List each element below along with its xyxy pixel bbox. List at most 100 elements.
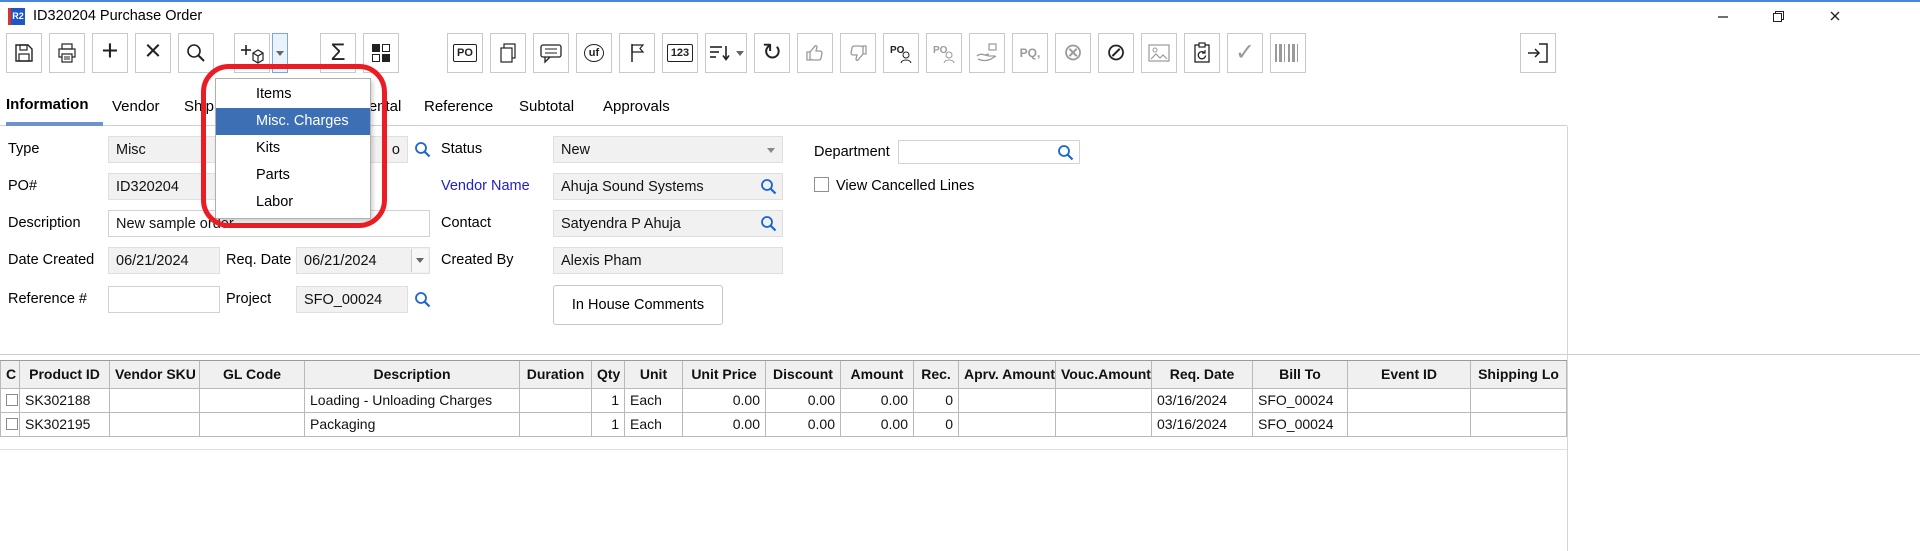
menu-item-items[interactable]: Items <box>216 81 370 108</box>
table-cell: 1 <box>592 389 625 413</box>
table-cell: 0.00 <box>766 413 841 437</box>
status-label: Status <box>441 136 482 163</box>
table-cell: Each <box>625 389 683 413</box>
column-header-description[interactable]: Description <box>305 361 520 389</box>
table-top-divider <box>0 354 1920 355</box>
add-line-items-menu: ItemsMisc. ChargesKitsPartsLabor <box>215 78 371 219</box>
table-cell <box>520 413 592 437</box>
table-cell <box>520 389 592 413</box>
column-header-product-id[interactable]: Product ID <box>20 361 110 389</box>
table-cell <box>0 413 20 437</box>
column-header-vouc-amount[interactable]: Vouc.Amount <box>1056 361 1152 389</box>
date-created-label: Date Created <box>8 247 94 274</box>
reference-field[interactable] <box>108 286 220 313</box>
table-cell: 0.00 <box>766 389 841 413</box>
content-pane-divider <box>1567 126 1568 551</box>
department-label: Department <box>814 139 890 166</box>
date-created-field[interactable]: 06/21/2024 <box>108 247 220 274</box>
search-icon[interactable] <box>1057 144 1074 161</box>
table-cell: 0.00 <box>841 413 914 437</box>
table-cell <box>959 389 1056 413</box>
table-cell <box>110 413 200 437</box>
table-cell: 0.00 <box>683 413 766 437</box>
column-header-unit-price[interactable]: Unit Price <box>683 361 766 389</box>
column-header-bill-to[interactable]: Bill To <box>1253 361 1348 389</box>
type-label: Type <box>8 136 39 163</box>
column-header-unit[interactable]: Unit <box>625 361 683 389</box>
search-icon[interactable] <box>760 215 777 232</box>
column-header-event-id[interactable]: Event ID <box>1348 361 1471 389</box>
contact-label: Contact <box>441 210 491 237</box>
chevron-down-icon <box>767 148 775 153</box>
table-cell <box>110 389 200 413</box>
table-cell <box>1056 413 1152 437</box>
table-cell <box>959 413 1056 437</box>
contact-field[interactable]: Satyendra P Ahuja <box>553 210 783 237</box>
table-cell <box>200 413 305 437</box>
menu-item-labor[interactable]: Labor <box>216 189 370 216</box>
line-items-table: CProduct IDVendor SKUGL CodeDescriptionD… <box>0 360 1567 437</box>
po-number-label: PO# <box>8 173 37 200</box>
status-select[interactable]: New <box>553 136 783 163</box>
table-cell: Loading - Unloading Charges <box>305 389 520 413</box>
req-date-label: Req. Date <box>226 247 291 274</box>
row-checkbox[interactable] <box>6 394 18 406</box>
row-checkbox[interactable] <box>6 418 18 430</box>
table-cell <box>1348 413 1471 437</box>
table-cell: 0.00 <box>683 389 766 413</box>
column-header-duration[interactable]: Duration <box>520 361 592 389</box>
search-icon[interactable] <box>414 141 431 158</box>
column-header-c[interactable]: C <box>0 361 20 389</box>
table-cell: 0 <box>914 389 959 413</box>
reference-label: Reference # <box>8 286 87 313</box>
view-cancelled-checkbox[interactable] <box>814 177 829 192</box>
search-icon[interactable] <box>414 291 431 308</box>
table-header-row: CProduct IDVendor SKUGL CodeDescriptionD… <box>0 361 1567 389</box>
table-cell <box>0 389 20 413</box>
type-field[interactable]: Misc <box>108 136 220 163</box>
created-by-field[interactable]: Alexis Pham <box>553 247 783 274</box>
chevron-down-icon <box>416 258 424 263</box>
table-cell <box>200 389 305 413</box>
vendor-name-field[interactable]: Ahuja Sound Systems <box>553 173 783 200</box>
column-header-req-date[interactable]: Req. Date <box>1152 361 1253 389</box>
table-cell: 0.00 <box>841 389 914 413</box>
table-cell <box>1056 389 1152 413</box>
table-row[interactable]: SK302195Packaging1Each0.000.000.00003/16… <box>0 413 1567 437</box>
table-cell: 03/16/2024 <box>1152 389 1253 413</box>
column-header-amount[interactable]: Amount <box>841 361 914 389</box>
menu-item-misc-charges[interactable]: Misc. Charges <box>216 108 370 135</box>
date-picker-button[interactable] <box>411 249 428 272</box>
department-field[interactable] <box>898 140 1080 164</box>
menu-item-kits[interactable]: Kits <box>216 135 370 162</box>
table-cell: Each <box>625 413 683 437</box>
req-date-field[interactable]: 06/21/2024 <box>296 247 430 274</box>
table-cell: 1 <box>592 413 625 437</box>
column-header-shipping-lo[interactable]: Shipping Lo <box>1471 361 1567 389</box>
in-house-comments-button[interactable]: In House Comments <box>553 285 723 325</box>
column-header-gl-code[interactable]: GL Code <box>200 361 305 389</box>
view-cancelled-label: View Cancelled Lines <box>836 173 974 200</box>
table-cell <box>1348 389 1471 413</box>
table-bottom-divider <box>0 449 1567 450</box>
table-row[interactable]: SK302188Loading - Unloading Charges1Each… <box>0 389 1567 413</box>
description-label: Description <box>8 210 81 237</box>
table-cell <box>1471 389 1567 413</box>
menu-item-parts[interactable]: Parts <box>216 162 370 189</box>
table-cell: SFO_00024 <box>1253 413 1348 437</box>
project-field[interactable]: SFO_00024 <box>296 286 408 313</box>
purchase-order-window: R2 ID320204 Purchase Order +×Σ POuf123↻P… <box>0 0 1920 551</box>
table-cell: 03/16/2024 <box>1152 413 1253 437</box>
created-by-label: Created By <box>441 247 514 274</box>
project-label: Project <box>226 286 271 313</box>
column-header-discount[interactable]: Discount <box>766 361 841 389</box>
column-header-aprv-amount[interactable]: Aprv. Amount <box>959 361 1056 389</box>
column-header-rec[interactable]: Rec. <box>914 361 959 389</box>
po-number-field[interactable]: ID320204 <box>108 173 220 200</box>
vendor-name-label[interactable]: Vendor Name <box>441 173 530 200</box>
search-icon[interactable] <box>760 178 777 195</box>
table-cell: SK302195 <box>20 413 110 437</box>
column-header-qty[interactable]: Qty <box>592 361 625 389</box>
column-header-vendor-sku[interactable]: Vendor SKU <box>110 361 200 389</box>
table-cell: 0 <box>914 413 959 437</box>
